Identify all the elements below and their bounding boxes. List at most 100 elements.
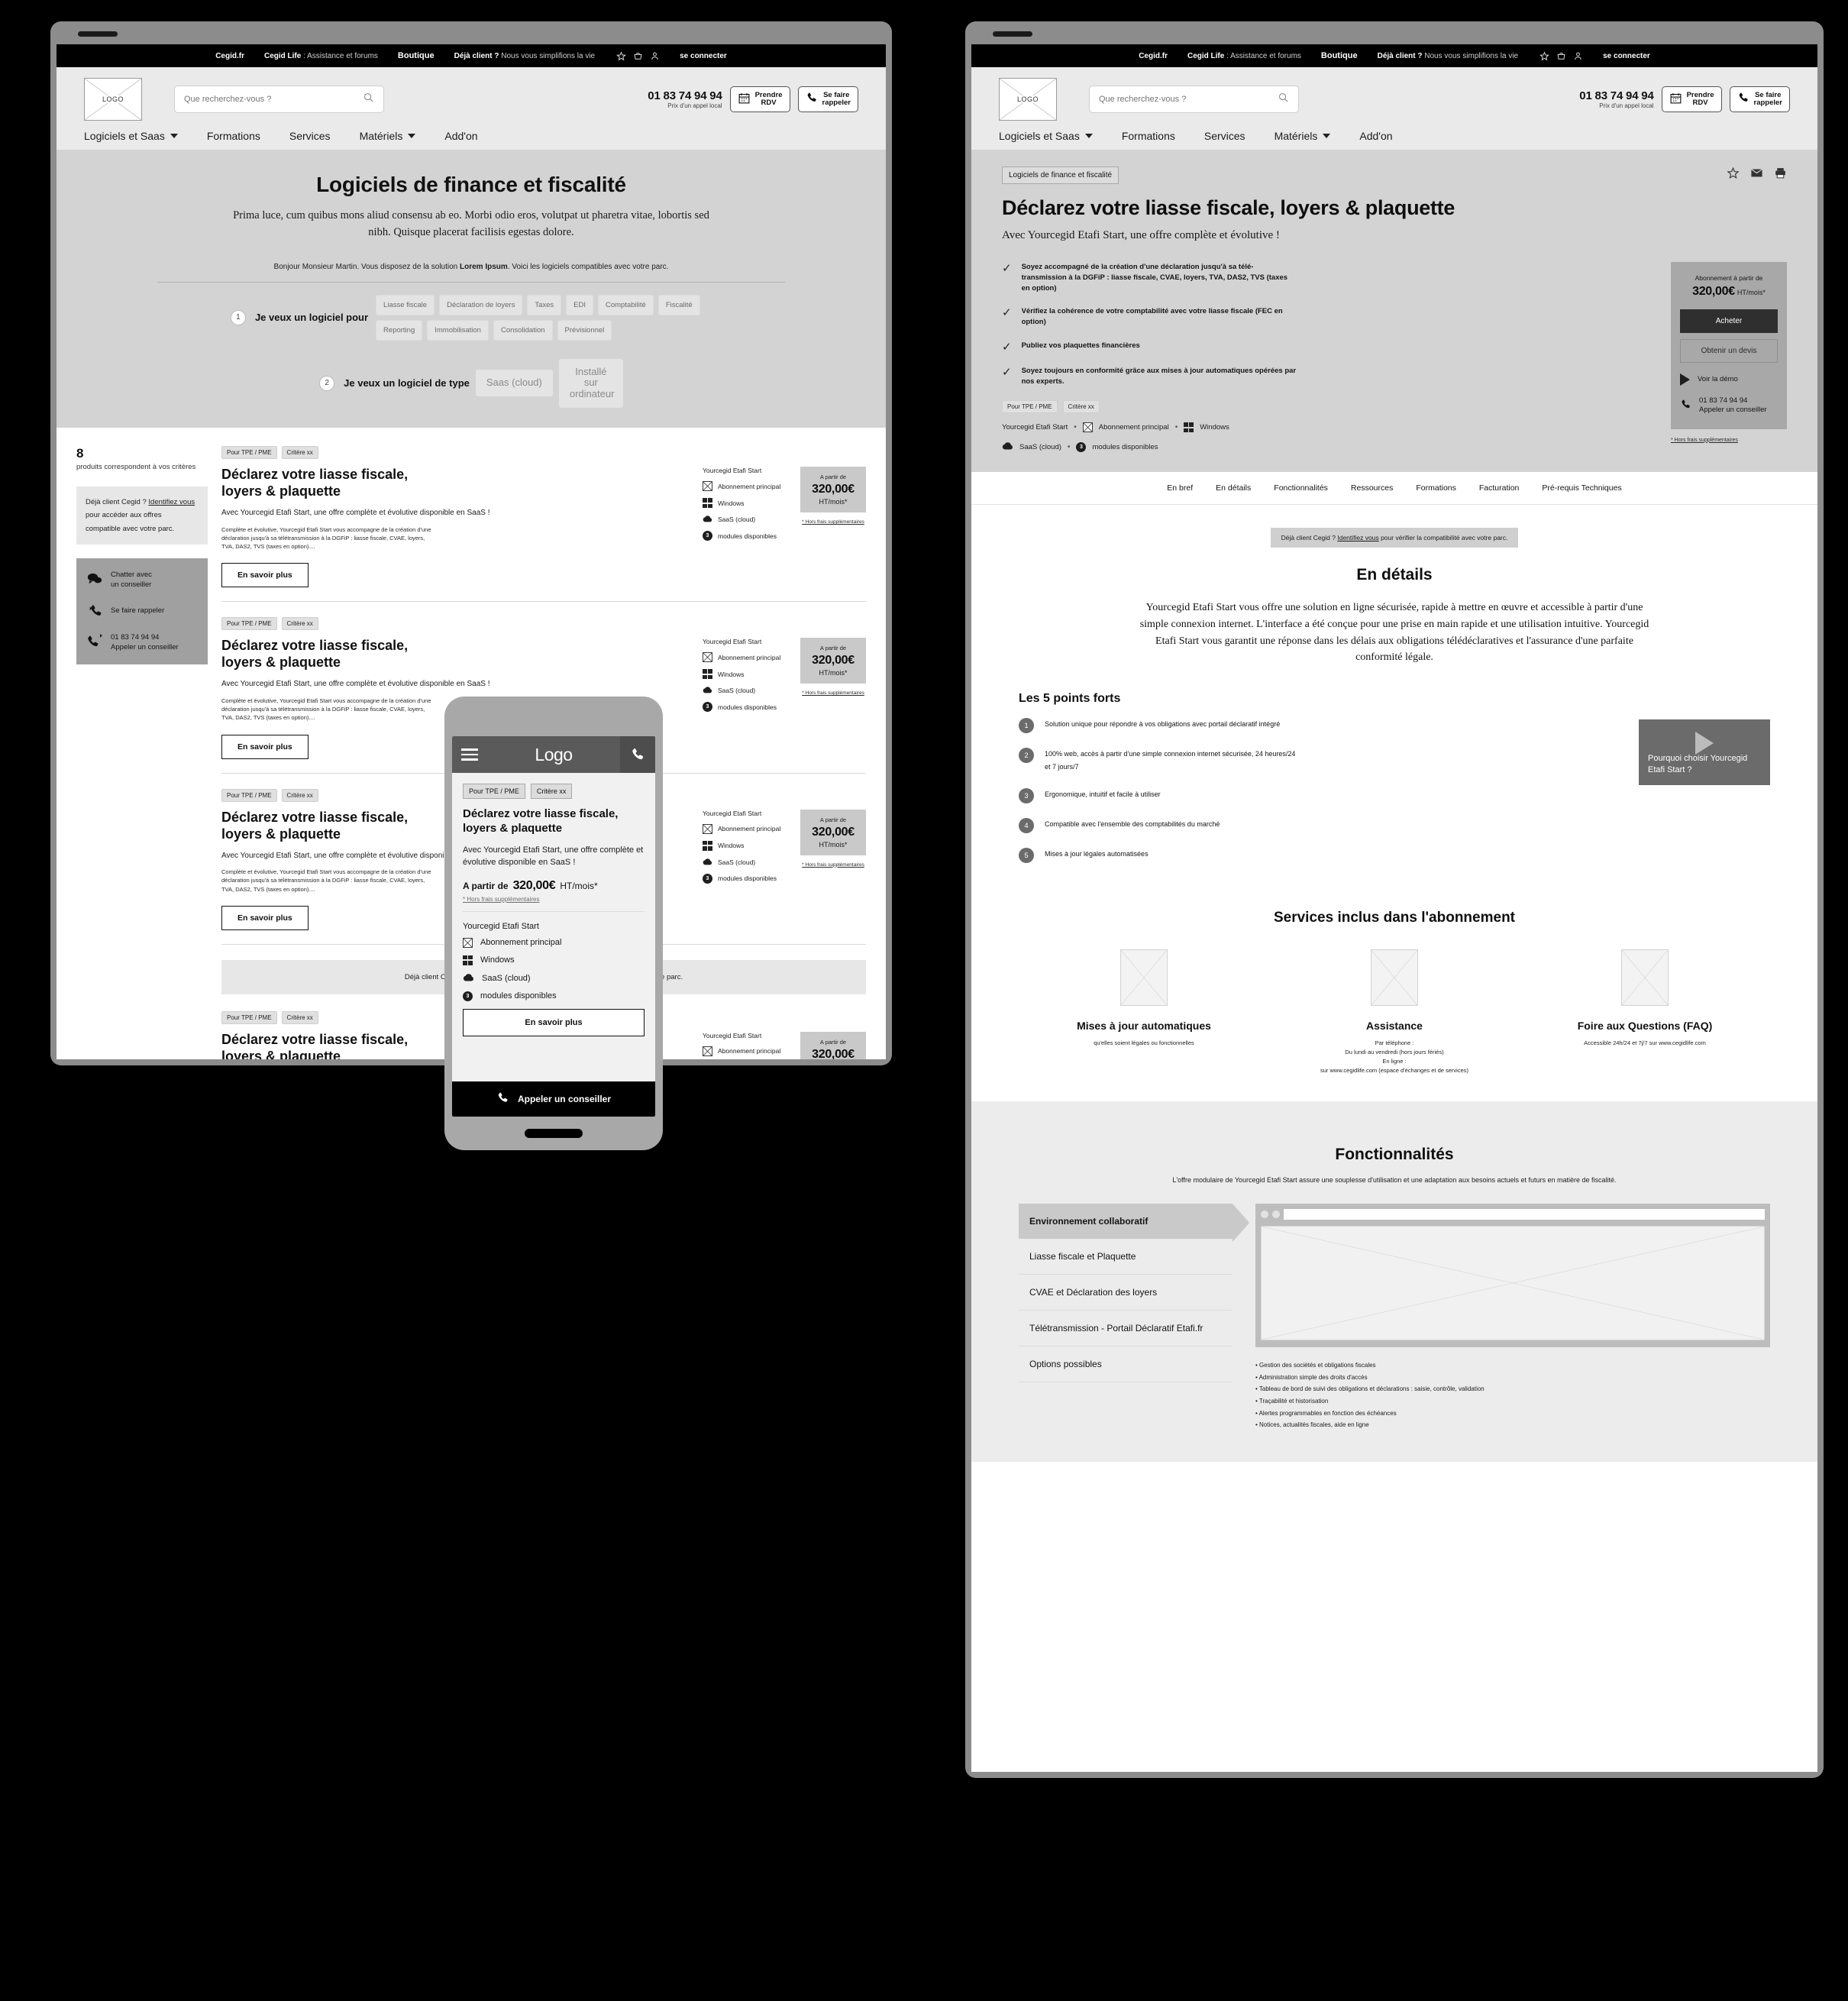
- video-thumbnail[interactable]: Pourquoi choisir Yourcegid Etafi Start ?: [1639, 719, 1770, 786]
- product-card[interactable]: Pour TPE / PME Critère xx Déclarez votre l…: [221, 446, 866, 603]
- mobile-logo[interactable]: Logo: [487, 745, 620, 765]
- price-footnote[interactable]: * Hors frais supplémentaires: [800, 862, 866, 868]
- hamburger-menu-icon[interactable]: [452, 748, 487, 761]
- product-tag: Pour TPE / PME: [221, 446, 277, 460]
- buybox-footnote[interactable]: * Hors frais supplémentaires: [1671, 438, 1787, 443]
- type-option-installed[interactable]: Installé sur ordinateur: [558, 358, 623, 409]
- star-icon[interactable]: [1727, 166, 1740, 183]
- tab-en-bref[interactable]: En bref: [1167, 483, 1193, 493]
- tab-facturation[interactable]: Facturation: [1479, 483, 1520, 493]
- feature-tab-cvae[interactable]: CVAE et Déclaration des loyers: [1019, 1275, 1233, 1311]
- phone-out-icon: [87, 633, 102, 652]
- topbar-item-boutique[interactable]: Boutique: [398, 51, 435, 60]
- header-phone-number[interactable]: 01 83 74 94 94: [648, 89, 722, 102]
- filter-chip[interactable]: Taxes: [527, 294, 562, 315]
- filter-chip[interactable]: Prévisionnel: [557, 319, 612, 341]
- filter-chip[interactable]: Déclaration de loyers: [439, 294, 523, 315]
- nav-item-logiciels[interactable]: Logiciels et Saas: [999, 130, 1122, 142]
- image-placeholder-icon: [1371, 949, 1418, 1007]
- topbar-item-dejaclient[interactable]: Déjà client ? Nous vous simplifions la v…: [454, 52, 596, 60]
- mobile-call-button[interactable]: [620, 736, 655, 773]
- filter-chip[interactable]: Immobilisation: [427, 319, 489, 341]
- en-savoir-plus-button[interactable]: En savoir plus: [221, 563, 309, 588]
- topbar-item-cegidlife[interactable]: Cegid Life : Assistance et forums: [1187, 52, 1301, 60]
- search-input[interactable]: [1099, 95, 1278, 104]
- filter-chip[interactable]: Reporting: [376, 319, 423, 341]
- user-icon[interactable]: [650, 51, 660, 61]
- site-logo[interactable]: LOGO: [999, 78, 1057, 121]
- chat-with-advisor[interactable]: Chatter avec un conseiller: [87, 571, 197, 590]
- request-callback[interactable]: Se faire rappeler: [87, 603, 197, 621]
- search-input[interactable]: [184, 95, 363, 104]
- mobile-price-note[interactable]: * Hors frais supplémentaires: [463, 896, 645, 903]
- identify-link[interactable]: Identifiez vous: [148, 498, 195, 506]
- topbar-item-boutique[interactable]: Boutique: [1321, 51, 1358, 60]
- nav-item-services[interactable]: Services: [289, 130, 360, 142]
- acheter-button[interactable]: Acheter: [1680, 309, 1778, 333]
- filter-chip[interactable]: Comptabilité: [598, 294, 654, 315]
- filter-chip[interactable]: Liasse fiscale: [376, 294, 435, 315]
- topbar-item-cegidfr[interactable]: Cegid.fr: [215, 52, 244, 60]
- en-savoir-plus-button[interactable]: En savoir plus: [221, 734, 309, 759]
- nav-item-services[interactable]: Services: [1204, 130, 1275, 142]
- spec-item: SaaS (cloud): [703, 686, 800, 695]
- nav-item-addon[interactable]: Add'on: [444, 130, 506, 142]
- nav-item-formations[interactable]: Formations: [207, 130, 289, 142]
- nav-item-materiels[interactable]: Matériels: [1275, 130, 1360, 142]
- type-option-saas[interactable]: Saas (cloud): [475, 370, 553, 397]
- nav-item-logiciels[interactable]: Logiciels et Saas: [84, 130, 207, 142]
- rappeler-label-1: Se faire: [823, 90, 850, 99]
- check-icon: ✓: [1002, 340, 1012, 354]
- basket-icon[interactable]: [633, 51, 643, 61]
- feature-tab-teletransmission[interactable]: Télétransmission - Portail Déclaratif Et…: [1019, 1311, 1233, 1347]
- nav-item-addon[interactable]: Add'on: [1359, 130, 1421, 142]
- subscription-icon: [1082, 422, 1093, 433]
- breadcrumb[interactable]: Logiciels de finance et fiscalité: [1002, 166, 1119, 184]
- en-savoir-plus-button[interactable]: En savoir plus: [221, 905, 309, 930]
- price-footnote[interactable]: * Hors frais supplémentaires: [800, 690, 866, 696]
- call-advisor[interactable]: 01 83 74 94 94 Appeler un conseiller: [87, 633, 197, 653]
- mobile-call-advisor-bar[interactable]: Appeler un conseiller: [452, 1081, 655, 1117]
- prendre-rdv-button[interactable]: Prendre RDV: [1661, 86, 1722, 112]
- se-faire-rappeler-button[interactable]: Se faire rappeler: [1729, 86, 1790, 112]
- mobile-en-savoir-plus-button[interactable]: En savoir plus: [463, 1008, 645, 1036]
- user-icon[interactable]: [1573, 51, 1583, 61]
- tab-en-details[interactable]: En détails: [1216, 483, 1251, 493]
- search-box[interactable]: [1089, 86, 1299, 113]
- tab-formations[interactable]: Formations: [1416, 483, 1456, 493]
- hero-greeting: Bonjour Monsieur Martin. Vous disposez d…: [273, 262, 669, 271]
- buybox-call-advisor[interactable]: 01 83 74 94 94 Appeler un conseiller: [1680, 396, 1778, 415]
- envelope-icon[interactable]: [1750, 166, 1763, 183]
- search-box[interactable]: [174, 86, 384, 113]
- feature-tab-options[interactable]: Options possibles: [1019, 1346, 1233, 1383]
- nav-item-formations[interactable]: Formations: [1122, 130, 1204, 142]
- printer-icon[interactable]: [1774, 166, 1787, 183]
- feature-tab-liasse[interactable]: Liasse fiscale et Plaquette: [1019, 1239, 1233, 1275]
- site-logo[interactable]: LOGO: [84, 78, 142, 121]
- prendre-rdv-button[interactable]: Prendre RDV: [729, 86, 790, 112]
- nav-item-materiels[interactable]: Matériels: [360, 130, 445, 142]
- topbar-item-dejaclient[interactable]: Déjà client ? Nous vous simplifions la v…: [1378, 52, 1519, 60]
- se-faire-rappeler-button[interactable]: Se faire rappeler: [797, 86, 858, 112]
- search-icon[interactable]: [1278, 92, 1289, 107]
- voir-demo-link[interactable]: Voir la démo: [1680, 373, 1778, 386]
- topbar-item-cegidfr[interactable]: Cegid.fr: [1139, 52, 1168, 60]
- obtenir-devis-button[interactable]: Obtenir un devis: [1680, 339, 1778, 363]
- feature-tab-environnement[interactable]: Environnement collaboratif: [1019, 1204, 1249, 1243]
- login-link[interactable]: se connecter: [680, 52, 727, 60]
- price-footnote[interactable]: * Hors frais supplémentaires: [800, 519, 866, 525]
- topbar-item-cegidlife[interactable]: Cegid Life : Assistance et forums: [264, 52, 378, 60]
- tab-fonctionnalites[interactable]: Fonctionnalités: [1274, 483, 1328, 493]
- tab-prerequis[interactable]: Pré-requis Techniques: [1542, 483, 1621, 493]
- identify-link[interactable]: Identifiez vous: [1337, 534, 1378, 541]
- star-icon[interactable]: [616, 50, 626, 61]
- search-icon[interactable]: [363, 92, 374, 107]
- tab-ressources[interactable]: Ressources: [1351, 483, 1393, 493]
- filter-chip[interactable]: Consolidation: [493, 319, 553, 341]
- filter-chip[interactable]: Fiscalité: [657, 294, 700, 315]
- star-icon[interactable]: [1539, 50, 1549, 61]
- login-link[interactable]: se connecter: [1603, 52, 1650, 60]
- filter-chip[interactable]: EDI: [566, 294, 593, 315]
- basket-icon[interactable]: [1556, 51, 1566, 61]
- header-phone-number[interactable]: 01 83 74 94 94: [1579, 89, 1653, 102]
